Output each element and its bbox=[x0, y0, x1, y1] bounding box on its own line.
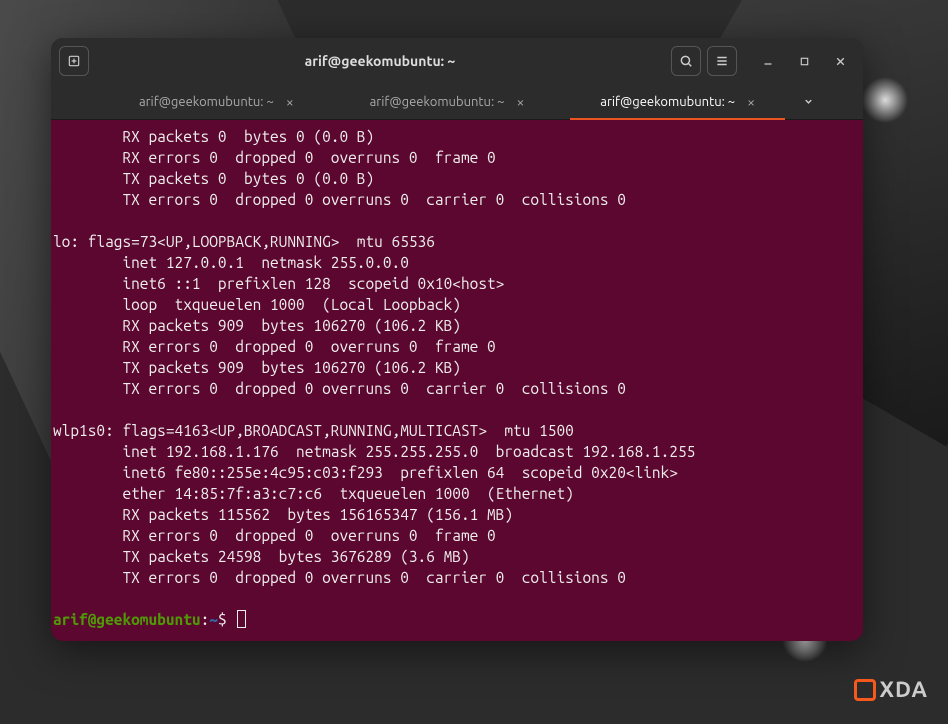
terminal-output[interactable]: RX packets 0 bytes 0 (0.0 B) RX errors 0… bbox=[51, 120, 863, 641]
ifconfig-output-wlp1s0: wlp1s0: flags=4163<UP,BROADCAST,RUNNING,… bbox=[53, 422, 695, 586]
terminal-window: arif@geekomubuntu: ~ arif@geekomubuntu: … bbox=[51, 38, 863, 641]
menu-button[interactable] bbox=[707, 46, 737, 76]
window-title: arif@geekomubuntu: ~ bbox=[97, 53, 663, 69]
cursor bbox=[237, 610, 246, 628]
prompt-symbol: $ bbox=[218, 611, 227, 628]
tab-2[interactable]: arif@geekomubuntu: ~ × bbox=[332, 84, 563, 119]
tab-close-button[interactable]: × bbox=[747, 95, 755, 109]
maximize-icon bbox=[799, 56, 810, 67]
hamburger-icon bbox=[715, 54, 729, 68]
maximize-button[interactable] bbox=[789, 46, 819, 76]
tab-3[interactable]: arif@geekomubuntu: ~ × bbox=[562, 84, 793, 119]
tab-1[interactable]: arif@geekomubuntu: ~ × bbox=[101, 84, 332, 119]
new-tab-button[interactable] bbox=[59, 46, 89, 76]
titlebar: arif@geekomubuntu: ~ bbox=[51, 38, 863, 84]
tabbar: arif@geekomubuntu: ~ × arif@geekomubuntu… bbox=[51, 84, 863, 120]
prompt-path: ~ bbox=[209, 611, 218, 628]
prompt-user: arif@geekomubuntu bbox=[53, 611, 201, 628]
xda-text: XDA bbox=[879, 677, 928, 702]
ifconfig-output-lo: lo: flags=73<UP,LOOPBACK,RUNNING> mtu 65… bbox=[53, 233, 626, 397]
ifconfig-output-fragment: RX packets 0 bytes 0 (0.0 B) RX errors 0… bbox=[53, 128, 626, 208]
close-button[interactable] bbox=[825, 46, 855, 76]
tab-label: arif@geekomubuntu: ~ bbox=[600, 95, 735, 109]
xda-watermark: XDA bbox=[854, 677, 928, 702]
chevron-down-icon bbox=[803, 96, 814, 107]
new-tab-icon bbox=[67, 54, 81, 68]
prompt-sep: : bbox=[201, 611, 210, 628]
tab-close-button[interactable]: × bbox=[286, 95, 294, 109]
tab-label: arif@geekomubuntu: ~ bbox=[370, 95, 505, 109]
lens-flare bbox=[860, 75, 910, 125]
xda-logo-icon bbox=[854, 679, 876, 701]
search-button[interactable] bbox=[671, 46, 701, 76]
minimize-button[interactable] bbox=[753, 46, 783, 76]
tab-label: arif@geekomubuntu: ~ bbox=[139, 95, 274, 109]
close-icon bbox=[834, 55, 847, 68]
search-icon bbox=[679, 54, 693, 68]
tabs-dropdown-button[interactable] bbox=[793, 84, 823, 119]
tab-close-button[interactable]: × bbox=[516, 95, 524, 109]
minimize-icon bbox=[762, 55, 774, 67]
